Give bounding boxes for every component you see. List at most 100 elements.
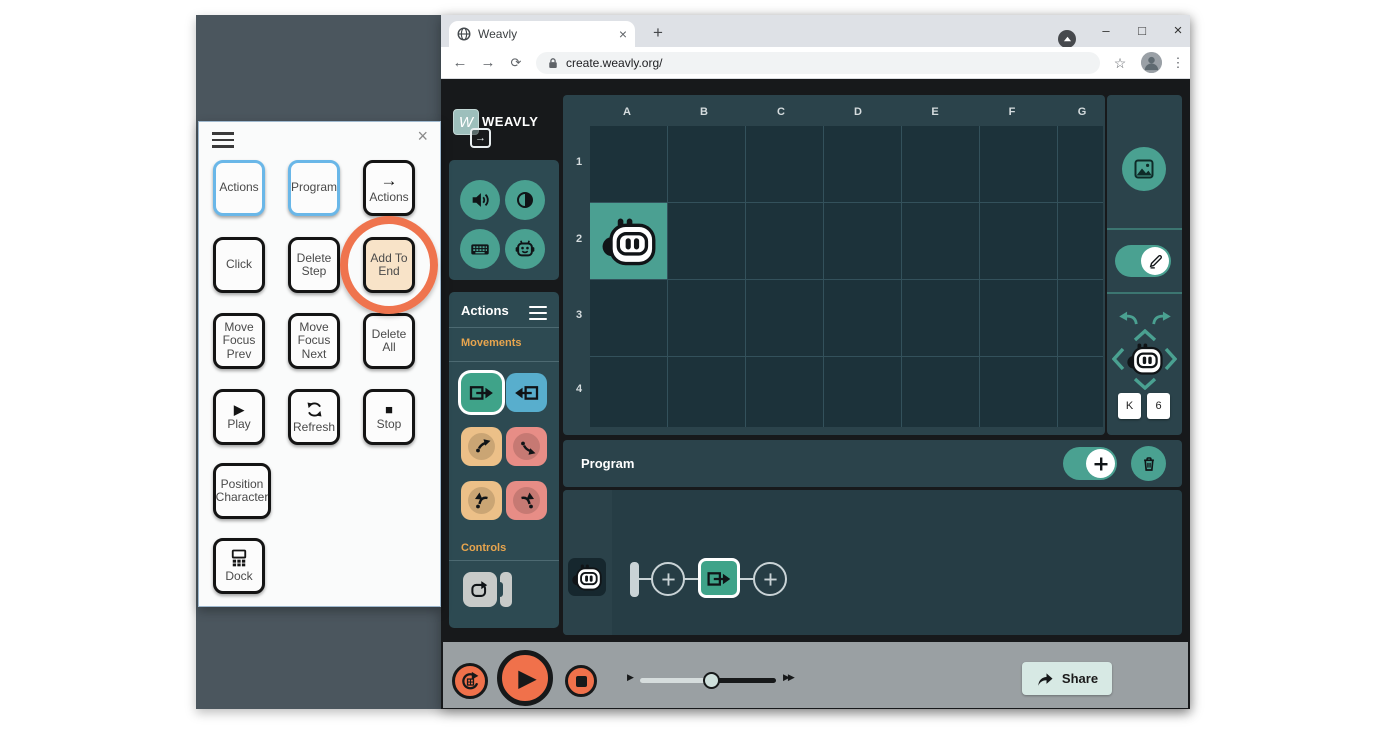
grid-cell[interactable]	[590, 126, 667, 202]
keyboard-icon	[469, 238, 491, 260]
audio-feedback-button[interactable]	[460, 180, 500, 220]
grid-cell[interactable]	[980, 357, 1057, 427]
tab-close-icon[interactable]: ×	[619, 26, 627, 42]
character-column-input[interactable]: K	[1118, 393, 1141, 419]
overlay-refresh-button[interactable]: Refresh	[288, 389, 340, 445]
turn-left-45-icon	[470, 435, 494, 459]
overlay-click-button[interactable]: Click	[213, 237, 265, 293]
overlay-add-to-end-button[interactable]: Add To End	[363, 237, 415, 293]
overlay-delete-all-button[interactable]: Delete All	[363, 313, 415, 369]
browser-tab-strip: Weavly × + – □ ×	[441, 15, 1190, 47]
grid-cell[interactable]	[590, 280, 667, 356]
program-step-forward-block[interactable]	[698, 558, 740, 598]
grid-cell[interactable]	[1058, 203, 1103, 279]
palette-menu-icon[interactable]	[529, 306, 547, 323]
add-step-node-1[interactable]	[651, 562, 685, 596]
grid-cell[interactable]	[824, 280, 901, 356]
move-character-left-button[interactable]	[1112, 347, 1125, 374]
grid-cell[interactable]	[902, 126, 979, 202]
panel-menu-icon[interactable]	[212, 132, 234, 152]
turn-right-90-block[interactable]	[506, 481, 547, 520]
turn-left-90-block[interactable]	[461, 481, 502, 520]
speed-slider-track-filled[interactable]	[711, 678, 776, 683]
grid-cell[interactable]	[746, 280, 823, 356]
delete-program-button[interactable]	[1131, 446, 1166, 481]
turn-right-45-block[interactable]	[506, 427, 547, 466]
overlay-actions-arrow-button[interactable]: → Actions	[363, 160, 415, 216]
window-close-button[interactable]: ×	[1165, 21, 1191, 41]
move-forward-block[interactable]	[461, 373, 502, 412]
grid-cell[interactable]	[668, 203, 745, 279]
row-header: 2	[571, 233, 587, 245]
overlay-delete-step-button[interactable]: Delete Step	[288, 237, 340, 293]
overlay-program-button[interactable]: Program	[288, 160, 340, 216]
utility-panel	[449, 160, 559, 280]
move-character-right-button[interactable]	[1164, 347, 1177, 374]
reset-scene-button[interactable]	[452, 663, 488, 699]
grid-cell[interactable]	[590, 357, 667, 427]
overlay-position-character-button[interactable]: Position Character	[213, 463, 271, 519]
overlay-dock-button[interactable]: Dock	[213, 538, 265, 594]
overlay-stop-button[interactable]: ■ Stop	[363, 389, 415, 445]
grid-cell[interactable]	[668, 357, 745, 427]
turn-left-90-icon	[470, 489, 494, 513]
panel-close-icon[interactable]: ×	[417, 126, 428, 147]
turn-left-45-block[interactable]	[461, 427, 502, 466]
move-backward-block[interactable]	[506, 373, 547, 412]
pen-toggle[interactable]	[1115, 245, 1171, 277]
add-node-toggle-button[interactable]	[1063, 447, 1117, 480]
grid-cell[interactable]	[824, 126, 901, 202]
share-button[interactable]: Share	[1022, 662, 1112, 695]
loop-control-block[interactable]	[463, 572, 497, 607]
grid-cell[interactable]	[824, 357, 901, 427]
browser-update-icon[interactable]	[1058, 30, 1076, 48]
url-bar[interactable]: create.weavly.org/	[536, 52, 1100, 74]
grid-cell[interactable]	[668, 126, 745, 202]
add-step-node-2[interactable]	[753, 562, 787, 596]
grid-cell[interactable]	[746, 357, 823, 427]
turn-character-left-button[interactable]	[1116, 310, 1140, 330]
theme-contrast-button[interactable]	[505, 180, 545, 220]
grid-cell[interactable]	[746, 203, 823, 279]
stop-button[interactable]	[565, 665, 597, 697]
back-button[interactable]: ←	[449, 52, 471, 74]
overlay-move-focus-next-button[interactable]: Move Focus Next	[288, 313, 340, 369]
character-row-input[interactable]: 6	[1147, 393, 1170, 419]
weavly-logo[interactable]: W WEAVLY →	[453, 109, 573, 155]
overlay-actions-button[interactable]: Actions	[213, 160, 265, 216]
bookmark-star-icon[interactable]: ☆	[1109, 52, 1131, 74]
grid-cell[interactable]	[1058, 280, 1103, 356]
overlay-play-button[interactable]: ▶ Play	[213, 389, 265, 445]
speed-slider-track[interactable]	[640, 678, 711, 683]
forward-button[interactable]: →	[477, 52, 499, 74]
keyboard-shortcuts-button[interactable]	[460, 229, 500, 269]
grid-cell[interactable]	[902, 203, 979, 279]
grid-cell[interactable]	[824, 203, 901, 279]
grid-cell[interactable]	[902, 280, 979, 356]
grid-cell[interactable]	[902, 357, 979, 427]
move-character-down-button[interactable]	[1133, 377, 1157, 393]
window-maximize-button[interactable]: □	[1129, 21, 1155, 41]
grid-cell[interactable]	[980, 280, 1057, 356]
scene-background-button[interactable]	[1122, 147, 1166, 191]
grid-cell[interactable]	[668, 280, 745, 356]
reload-button[interactable]: ⟳	[505, 52, 527, 74]
grid-cell[interactable]	[980, 203, 1057, 279]
new-tab-button[interactable]: +	[647, 23, 669, 43]
browser-tab[interactable]: Weavly ×	[449, 21, 635, 47]
profile-avatar[interactable]	[1141, 52, 1162, 73]
grid-cell[interactable]	[1058, 126, 1103, 202]
overlay-move-focus-prev-button[interactable]: Move Focus Prev	[213, 313, 265, 369]
character-settings-button[interactable]	[505, 229, 545, 269]
speed-fast-icon: ▶▶	[783, 672, 793, 683]
speed-slider-thumb[interactable]	[703, 672, 720, 689]
window-minimize-button[interactable]: –	[1093, 21, 1119, 41]
grid-cell[interactable]	[746, 126, 823, 202]
turn-character-right-button[interactable]	[1150, 310, 1174, 330]
play-button[interactable]: ▶	[497, 650, 553, 706]
program-character-chip[interactable]	[568, 558, 606, 596]
browser-menu-icon[interactable]: ⋮	[1171, 52, 1185, 74]
grid-cell[interactable]	[980, 126, 1057, 202]
grid-cell[interactable]	[1058, 357, 1103, 427]
grid-cell-character[interactable]	[590, 203, 667, 279]
